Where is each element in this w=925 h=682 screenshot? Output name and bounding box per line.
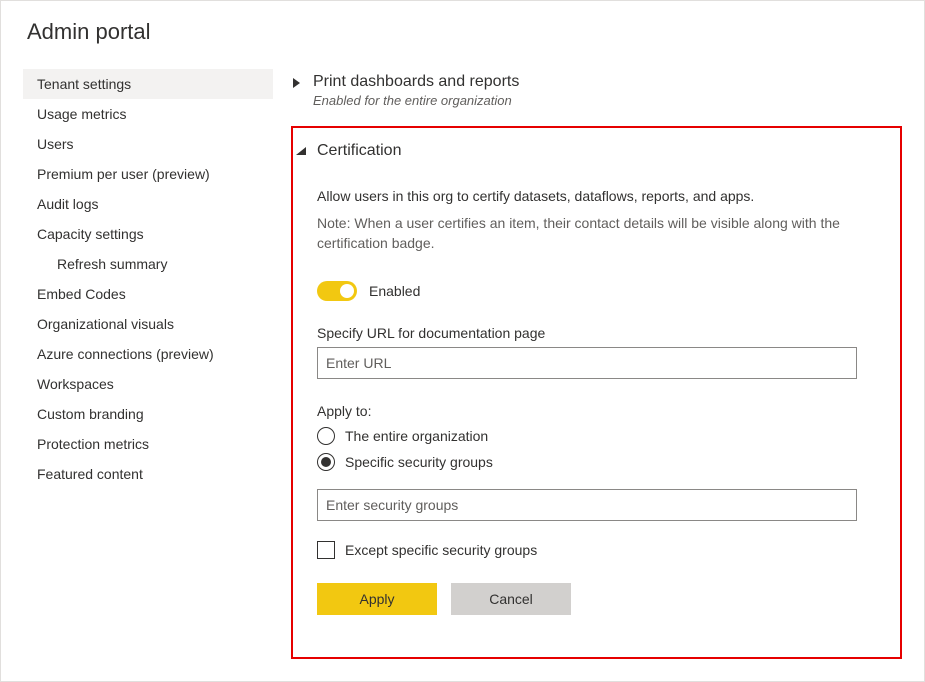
checkbox-icon bbox=[317, 541, 335, 559]
sidebar-item-embed-codes[interactable]: Embed Codes bbox=[23, 279, 273, 309]
radio-icon bbox=[317, 427, 335, 445]
certification-note: Note: When a user certifies an item, the… bbox=[317, 214, 857, 253]
except-label: Except specific security groups bbox=[345, 542, 537, 558]
layout: Tenant settingsUsage metricsUsersPremium… bbox=[23, 69, 902, 659]
sidebar-item-tenant-settings[interactable]: Tenant settings bbox=[23, 69, 273, 99]
certification-description: Allow users in this org to certify datas… bbox=[317, 188, 882, 204]
page-title: Admin portal bbox=[23, 19, 902, 45]
enabled-toggle[interactable] bbox=[317, 281, 357, 301]
apply-button[interactable]: Apply bbox=[317, 583, 437, 615]
url-input[interactable] bbox=[317, 347, 857, 379]
sidebar-item-protection-metrics[interactable]: Protection metrics bbox=[23, 429, 273, 459]
section-certification: Certification Allow users in this org to… bbox=[291, 126, 902, 659]
sidebar-item-workspaces[interactable]: Workspaces bbox=[23, 369, 273, 399]
main-content: Print dashboards and reports Enabled for… bbox=[291, 69, 902, 659]
sidebar-item-usage-metrics[interactable]: Usage metrics bbox=[23, 99, 273, 129]
section-print: Print dashboards and reports Enabled for… bbox=[291, 69, 902, 116]
except-checkbox-row[interactable]: Except specific security groups bbox=[317, 541, 882, 559]
enabled-label: Enabled bbox=[369, 283, 420, 299]
section-print-subtitle: Enabled for the entire organization bbox=[313, 93, 519, 108]
sidebar: Tenant settingsUsage metricsUsersPremium… bbox=[23, 69, 273, 659]
sidebar-item-azure-connections-preview[interactable]: Azure connections (preview) bbox=[23, 339, 273, 369]
security-groups-input[interactable] bbox=[317, 489, 857, 521]
cancel-button[interactable]: Cancel bbox=[451, 583, 571, 615]
section-certification-title[interactable]: Certification bbox=[317, 142, 882, 160]
radio-entire-organization[interactable]: The entire organization bbox=[317, 427, 882, 445]
section-print-title[interactable]: Print dashboards and reports bbox=[313, 73, 519, 91]
sidebar-item-featured-content[interactable]: Featured content bbox=[23, 459, 273, 489]
sidebar-item-audit-logs[interactable]: Audit logs bbox=[23, 189, 273, 219]
sidebar-item-users[interactable]: Users bbox=[23, 129, 273, 159]
radio-groups-label: Specific security groups bbox=[345, 454, 493, 470]
caret-right-icon[interactable] bbox=[291, 78, 303, 88]
caret-down-icon[interactable] bbox=[295, 147, 307, 639]
sidebar-item-capacity-settings[interactable]: Capacity settings bbox=[23, 219, 273, 249]
radio-specific-groups[interactable]: Specific security groups bbox=[317, 453, 882, 471]
url-field-label: Specify URL for documentation page bbox=[317, 325, 882, 341]
sidebar-item-organizational-visuals[interactable]: Organizational visuals bbox=[23, 309, 273, 339]
radio-icon bbox=[317, 453, 335, 471]
radio-entire-label: The entire organization bbox=[345, 428, 488, 444]
sidebar-item-premium-per-user-preview[interactable]: Premium per user (preview) bbox=[23, 159, 273, 189]
sidebar-item-refresh-summary[interactable]: Refresh summary bbox=[23, 249, 273, 279]
apply-to-label: Apply to: bbox=[317, 403, 882, 419]
sidebar-item-custom-branding[interactable]: Custom branding bbox=[23, 399, 273, 429]
